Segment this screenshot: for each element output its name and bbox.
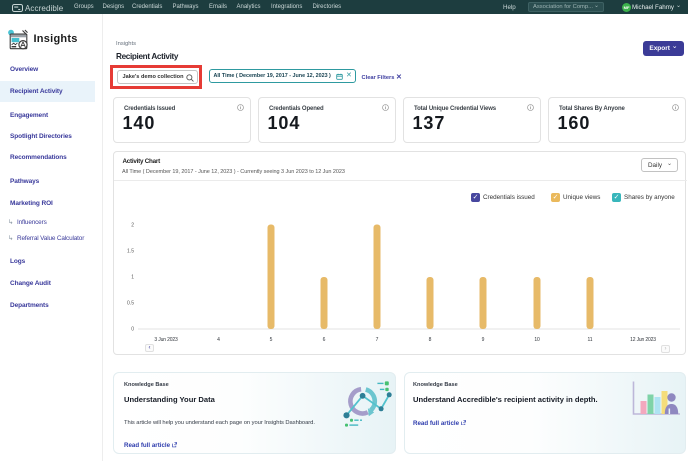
svg-text:6: 6: [323, 337, 326, 343]
svg-text:4: 4: [217, 337, 220, 343]
svg-text:3 Jun 2023: 3 Jun 2023: [154, 337, 178, 343]
svg-text:12 Jun 2023: 12 Jun 2023: [630, 337, 656, 343]
svg-text:0.5: 0.5: [127, 301, 134, 307]
svg-text:8: 8: [429, 337, 432, 343]
svg-text:5: 5: [270, 337, 273, 343]
svg-text:1.5: 1.5: [127, 249, 134, 255]
svg-text:0: 0: [131, 327, 134, 333]
svg-text:11: 11: [588, 337, 593, 343]
svg-text:9: 9: [482, 337, 485, 343]
svg-text:1: 1: [131, 275, 134, 281]
svg-text:10: 10: [534, 337, 540, 343]
svg-text:7: 7: [376, 337, 379, 343]
svg-text:2: 2: [131, 223, 134, 229]
